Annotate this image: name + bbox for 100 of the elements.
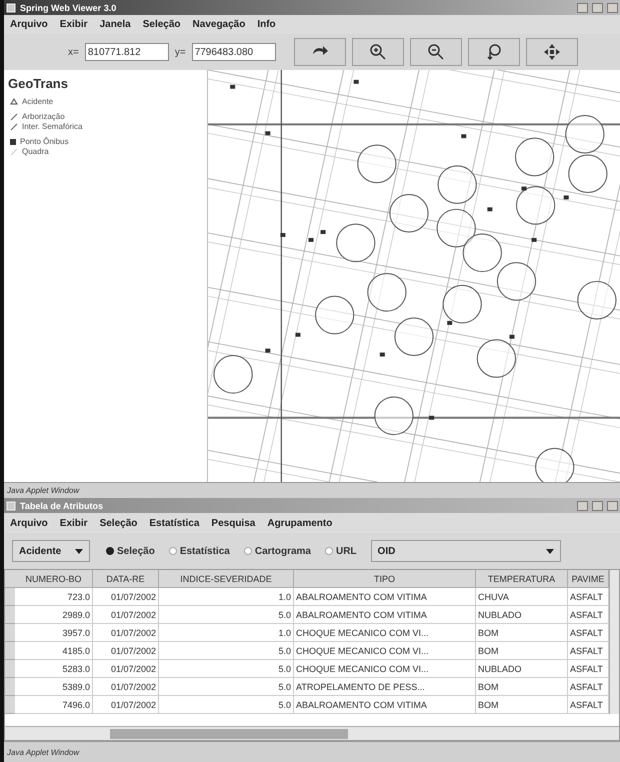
table-cell: 4185.0: [15, 642, 93, 660]
table-cell: 01/07/2002: [93, 660, 159, 678]
row-header[interactable]: [5, 606, 15, 624]
menu-item[interactable]: Seleção: [142, 19, 181, 30]
menu-item[interactable]: Navegação: [192, 19, 246, 30]
square-icon: [10, 138, 16, 144]
legend-label: Acidente: [22, 97, 54, 106]
legend-label: Arborização: [22, 112, 65, 121]
table-cell: ABALROAMENTO COM VITIMA: [294, 606, 476, 624]
menu-item[interactable]: Exibir: [60, 518, 88, 528]
layer-dropdown[interactable]: Acidente: [12, 540, 90, 562]
menu-item[interactable]: Pesquisa: [211, 518, 256, 528]
menu-item[interactable]: Exibir: [60, 19, 88, 30]
curved-arrow-button[interactable]: [294, 38, 346, 66]
row-header[interactable]: [5, 588, 15, 606]
mode-radio[interactable]: Cartograma: [244, 546, 311, 556]
mode-radio[interactable]: URL: [324, 546, 357, 556]
row-header[interactable]: [5, 678, 15, 696]
zoom-in-button[interactable]: [352, 38, 404, 66]
row-header[interactable]: [5, 696, 15, 714]
table-cell: 1.0: [159, 624, 294, 642]
window-title: Tabela de Atributos: [20, 500, 104, 510]
menu-item[interactable]: Agrupamento: [267, 518, 332, 528]
column-header[interactable]: NUMERO-BO: [15, 570, 93, 588]
column-header[interactable]: PAVIME: [568, 570, 609, 588]
line-icon: [10, 148, 18, 156]
zoom-in-icon: [368, 42, 388, 62]
table-cell: 5.0: [159, 678, 294, 696]
menu-item[interactable]: Estatística: [149, 518, 200, 528]
table-cell: 5389.0: [15, 678, 93, 696]
line-icon: [10, 112, 18, 120]
table-cell: 01/07/2002: [93, 696, 159, 714]
column-header[interactable]: DATA-RE: [93, 570, 159, 588]
horizontal-scrollbar[interactable]: [5, 726, 619, 740]
table-cell: CHOQUE MECANICO COM VI...: [294, 642, 476, 660]
column-header[interactable]: TIPO: [294, 570, 476, 588]
table-cell: BOM: [476, 624, 568, 642]
caret-icon: [75, 548, 83, 554]
window-icon: [6, 500, 16, 510]
table-cell: ATROPELAMENTO DE PESS...: [294, 678, 476, 696]
circle-arrow-button[interactable]: [468, 38, 520, 66]
row-header[interactable]: [5, 624, 15, 642]
table-cell: 5.0: [159, 660, 294, 678]
y-label: y=: [174, 46, 186, 58]
legend-label: Inter. Semafórica: [22, 122, 82, 131]
table-cell: ASFALT: [568, 678, 609, 696]
zoom-out-icon: [426, 42, 446, 62]
table-cell: 5.0: [159, 696, 294, 714]
table-cell: 7496.0: [15, 696, 93, 714]
table-cell: ASFALT: [568, 696, 609, 714]
legend-title: GeoTrans: [8, 76, 69, 91]
zoom-out-button[interactable]: [410, 38, 462, 66]
move-button[interactable]: [526, 38, 578, 66]
line-icon: [10, 122, 18, 130]
vertical-scrollbar[interactable]: [609, 570, 619, 714]
table-cell: 01/07/2002: [93, 642, 159, 660]
table-cell: 5.0: [159, 606, 294, 624]
row-header[interactable]: [5, 660, 15, 678]
column-header[interactable]: INDICE-SEVERIDADE: [159, 570, 294, 588]
y-coordinate-field[interactable]: 7796483.080: [192, 43, 276, 61]
table-cell: ASFALT: [568, 588, 609, 606]
menu-item[interactable]: Arquivo: [10, 518, 48, 528]
field-dropdown[interactable]: OID: [370, 540, 561, 562]
legend-label: Quadra: [22, 147, 49, 156]
menu-item[interactable]: Seleção: [100, 518, 138, 528]
table-cell: 01/07/2002: [93, 588, 159, 606]
x-label: x=: [68, 46, 79, 58]
table-cell: 723.0: [15, 588, 93, 606]
table-cell: 2989.0: [15, 606, 93, 624]
status-text: Java Applet Window: [7, 748, 80, 756]
close-button[interactable]: [607, 2, 618, 12]
move-icon: [542, 42, 562, 62]
legend-label: Ponto Ônibus: [20, 137, 68, 146]
maximize-button[interactable]: [592, 500, 603, 510]
menu-item[interactable]: Janela: [100, 19, 131, 30]
close-button[interactable]: [607, 500, 618, 510]
mode-radio[interactable]: Estatística: [168, 546, 230, 556]
menu-item[interactable]: Info: [257, 19, 276, 30]
column-header[interactable]: TEMPERATURA: [476, 570, 568, 588]
minimize-button[interactable]: [577, 2, 588, 12]
table-cell: ABALROAMENTO COM VITIMA: [294, 588, 476, 606]
minimize-button[interactable]: [577, 500, 588, 510]
table-cell: 3957.0: [15, 624, 93, 642]
window-title: Spring Web Viewer 3.0: [20, 2, 118, 12]
table-cell: ASFALT: [568, 642, 609, 660]
table-cell: 5.0: [159, 642, 294, 660]
row-header[interactable]: [5, 642, 15, 660]
table-cell: 01/07/2002: [93, 678, 159, 696]
maximize-button[interactable]: [592, 2, 603, 12]
menu-item[interactable]: Arquivo: [10, 19, 48, 30]
status-text: Java Applet Window: [7, 486, 80, 495]
table-cell: 01/07/2002: [93, 606, 159, 624]
table-cell: ASFALT: [568, 624, 609, 642]
table-cell: ABALROAMENTO COM VITIMA: [294, 696, 476, 714]
mode-radio[interactable]: Seleção: [106, 546, 155, 556]
table-cell: ASFALT: [568, 660, 609, 678]
table-cell: NUBLADO: [476, 660, 568, 678]
table-cell: 01/07/2002: [93, 624, 159, 642]
x-coordinate-field[interactable]: 810771.812: [84, 43, 169, 61]
table-cell: NUBLADO: [476, 606, 568, 624]
